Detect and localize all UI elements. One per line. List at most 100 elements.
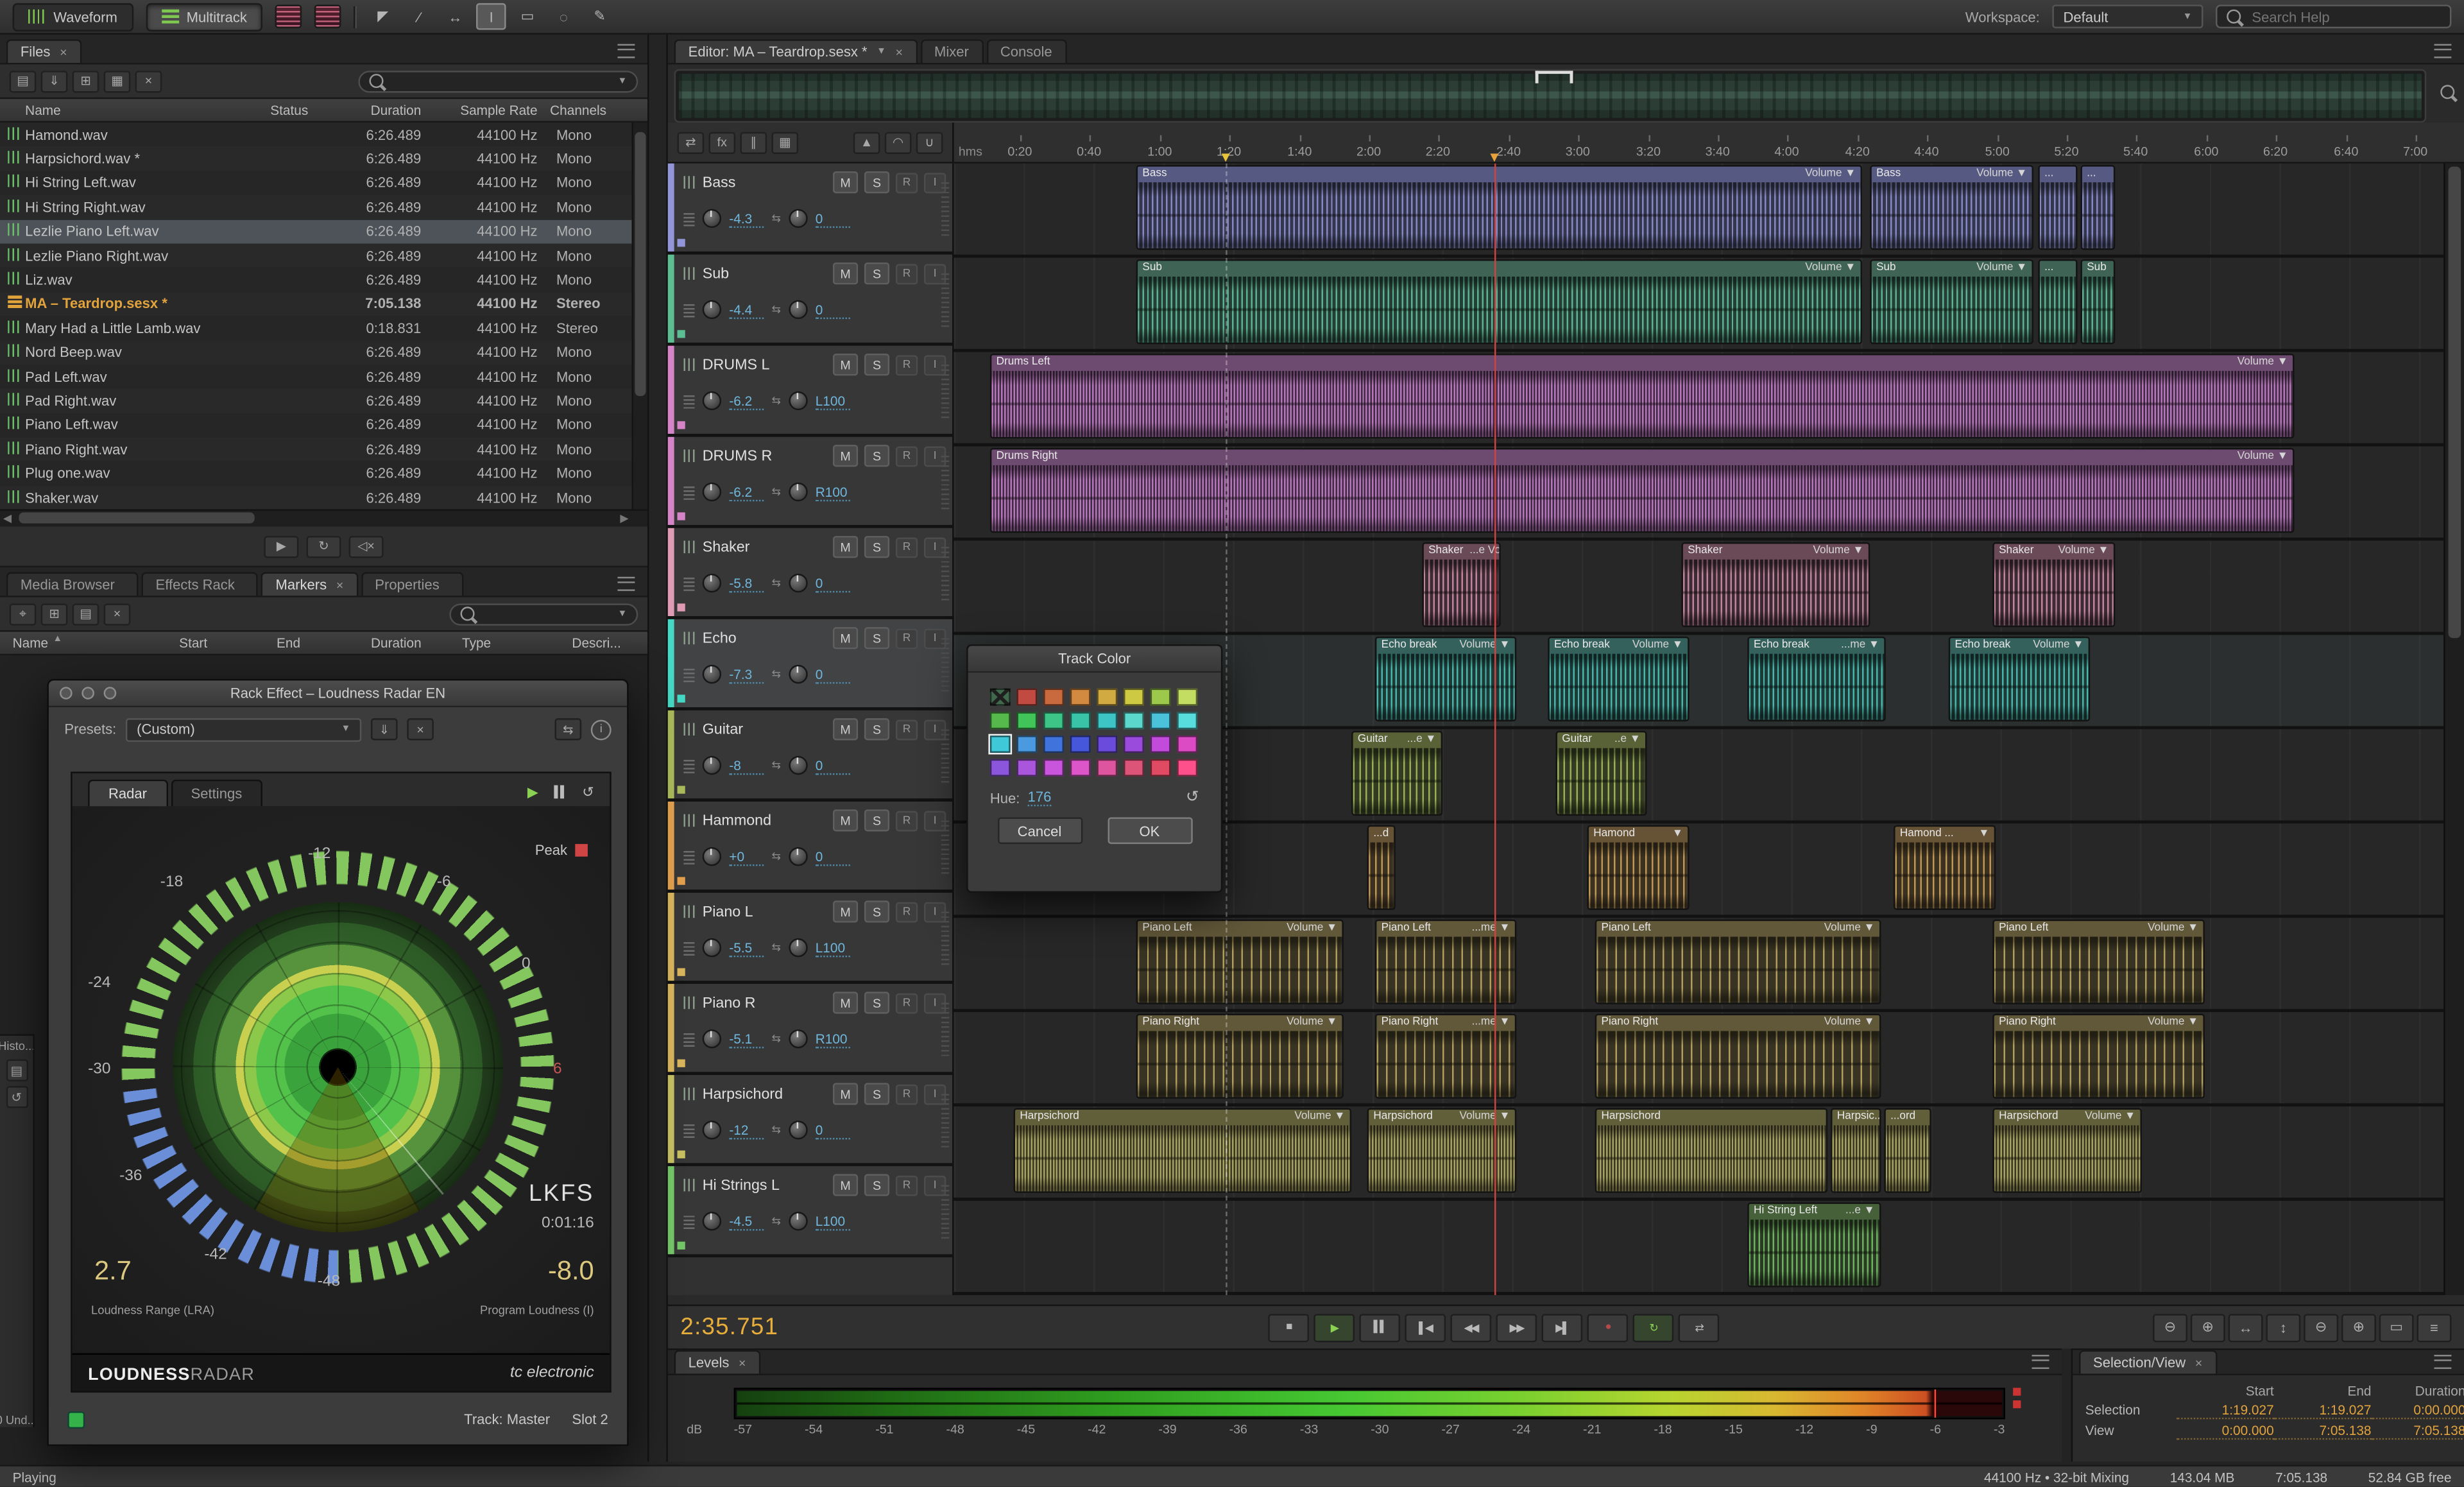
dock-divider[interactable] <box>649 34 668 1462</box>
track-name[interactable]: Guitar <box>703 721 826 738</box>
track-color-chip[interactable] <box>677 512 685 520</box>
solo-button[interactable]: S <box>864 354 890 376</box>
track-lane[interactable]: Piano Right Volume ▼ Piano Right ...me ▼… <box>954 1012 2444 1107</box>
track-resize-grip[interactable] <box>941 1090 950 1147</box>
transport-button[interactable]: ↻ <box>1632 1313 1674 1342</box>
markers-search[interactable]: ▼ <box>449 603 638 625</box>
track-name[interactable]: Piano R <box>703 994 826 1011</box>
mute-button[interactable]: M <box>832 627 859 649</box>
color-swatch[interactable] <box>1177 735 1198 753</box>
transport-button[interactable]: ▶▶ <box>1496 1313 1537 1342</box>
file-row[interactable]: Lezlie Piano Left.wav 6:26.489 44100 Hz … <box>0 219 647 244</box>
files-vertical-scrollbar[interactable] <box>631 123 647 510</box>
volume-knob[interactable] <box>702 209 722 228</box>
clip-indicator[interactable] <box>2013 1400 2021 1409</box>
arm-record-button[interactable]: R <box>895 992 918 1013</box>
audio-clip[interactable]: Echo break Volume ▼ <box>1548 636 1690 722</box>
pan-value[interactable]: 0 <box>815 574 850 592</box>
clip-volume-dropdown[interactable]: ...e ▼ <box>1845 1204 1875 1219</box>
track-resize-grip[interactable] <box>941 908 950 965</box>
spectral-display-toggle-icon[interactable] <box>275 4 302 29</box>
track-name[interactable]: Piano L <box>703 903 826 920</box>
track-header[interactable]: Piano L M S R I -5.5 ⇆ L100 <box>667 893 953 984</box>
zoom-button[interactable]: ↔ <box>2228 1313 2263 1342</box>
clip-volume-dropdown[interactable]: Volume ▼ <box>1976 167 2027 182</box>
track-lane[interactable]: Drums Left Volume ▼ <box>954 352 2444 447</box>
track-resize-grip[interactable] <box>941 179 950 236</box>
files-preview-button[interactable]: ◁× <box>348 535 384 558</box>
clip-volume-dropdown[interactable]: ...me ▼ <box>1472 921 1510 936</box>
clip-volume-dropdown[interactable]: Volume ▼ <box>1824 921 1875 936</box>
arm-record-button[interactable]: R <box>895 1083 918 1105</box>
color-swatch[interactable] <box>1097 712 1118 730</box>
files-toolbar-button[interactable]: ▦ <box>103 69 131 92</box>
markers-column[interactable]: Start <box>179 635 277 650</box>
track-color-chip[interactable] <box>677 239 685 247</box>
routing-icon[interactable]: ⇆ <box>554 718 582 741</box>
color-swatch[interactable] <box>1097 759 1118 777</box>
markers-column[interactable]: Duration <box>371 635 462 650</box>
arm-record-button[interactable]: R <box>895 810 918 831</box>
color-swatch[interactable] <box>1043 759 1064 777</box>
files-toolbar-button[interactable]: × <box>135 69 162 92</box>
clip-volume-dropdown[interactable]: Volume ▼ <box>1287 1015 1337 1031</box>
audio-clip[interactable]: Harpsichord Volume ▼ <box>1992 1108 2142 1193</box>
start-value[interactable]: 0:00.000 <box>2176 1422 2274 1440</box>
plugin-pause-icon[interactable]: ▌▌ <box>554 787 568 798</box>
solo-button[interactable]: S <box>864 1083 890 1105</box>
transport-button[interactable]: ▶ <box>1313 1313 1355 1342</box>
color-swatch[interactable] <box>1070 688 1091 706</box>
solo-button[interactable]: S <box>864 445 890 467</box>
clip-volume-dropdown[interactable]: Volume ▼ <box>1460 1110 1510 1125</box>
color-swatch[interactable] <box>1177 759 1198 777</box>
track-color-chip[interactable] <box>677 786 685 794</box>
clip-volume-dropdown[interactable]: Volume ▼ <box>2085 1110 2135 1125</box>
color-swatch[interactable] <box>1150 759 1171 777</box>
markers-column[interactable]: Type <box>462 635 572 650</box>
zoom-button[interactable]: ▭ <box>2379 1313 2414 1342</box>
mute-button[interactable]: M <box>832 262 859 285</box>
audio-clip[interactable]: Piano Left Volume ▼ <box>1595 919 1881 1004</box>
markers-column[interactable]: End <box>277 635 371 650</box>
track-header[interactable]: Hammond M S R I +0 ⇆ 0 <box>667 801 953 893</box>
workspace-dropdown[interactable]: Default ▼ <box>2052 4 2203 29</box>
volume-knob[interactable] <box>702 300 722 320</box>
help-search-input[interactable] <box>2248 7 2441 26</box>
solo-button[interactable]: S <box>864 718 890 741</box>
zoom-button[interactable]: ⊕ <box>2341 1313 2376 1342</box>
pan-knob[interactable] <box>789 391 808 411</box>
track-name[interactable]: Echo <box>703 630 826 647</box>
clip-volume-dropdown[interactable]: ...me ▼ <box>1472 1015 1510 1031</box>
plugin-play-icon[interactable]: ▶ <box>527 784 538 802</box>
duration-value[interactable]: 0:00.000 <box>2371 1402 2464 1420</box>
track-resize-grip[interactable] <box>941 817 950 874</box>
zoom-window-icon[interactable] <box>103 687 117 700</box>
audio-clip[interactable]: Shaker ...e Volume ▼ <box>1422 542 1501 628</box>
transport-button[interactable]: ■ <box>1268 1313 1309 1342</box>
time-display[interactable]: 2:35.751 <box>680 1314 812 1341</box>
markers-toolbar-button[interactable]: ▤ <box>72 603 99 625</box>
tool-button[interactable]: ↔ <box>440 3 470 30</box>
pan-value[interactable]: L100 <box>815 1212 850 1230</box>
arm-record-button[interactable]: R <box>895 263 918 284</box>
tool-button[interactable]: ◌ <box>549 3 579 30</box>
color-swatch[interactable] <box>1070 759 1091 777</box>
volume-value[interactable]: +0 <box>729 848 764 866</box>
track-color-chip[interactable] <box>677 603 685 612</box>
track-name[interactable]: Shaker <box>703 538 826 556</box>
track-resize-grip[interactable] <box>941 1182 950 1239</box>
file-row[interactable]: Plug one.wav 6:26.489 44100 Hz Mono <box>0 461 647 486</box>
color-swatch[interactable] <box>988 734 1013 755</box>
zoom-button[interactable]: ⊖ <box>2304 1313 2339 1342</box>
track-color-chip[interactable] <box>677 421 685 429</box>
color-swatch[interactable] <box>989 688 1011 706</box>
audio-clip[interactable]: Guitar ..e ▼ <box>1555 730 1647 816</box>
audio-clip[interactable]: Piano Right Volume ▼ <box>1595 1013 1881 1099</box>
mute-button[interactable]: M <box>832 536 859 558</box>
dialog-title[interactable]: Track Color <box>968 646 1221 673</box>
editor-toolbar-button[interactable]: ∪ <box>916 131 943 153</box>
track-name[interactable]: DRUMS R <box>703 447 826 465</box>
editor-toolbar-button[interactable]: ▦ <box>771 131 799 153</box>
editor-toolbar-button[interactable]: ▲ <box>853 131 880 153</box>
tool-button[interactable]: I <box>476 3 507 30</box>
